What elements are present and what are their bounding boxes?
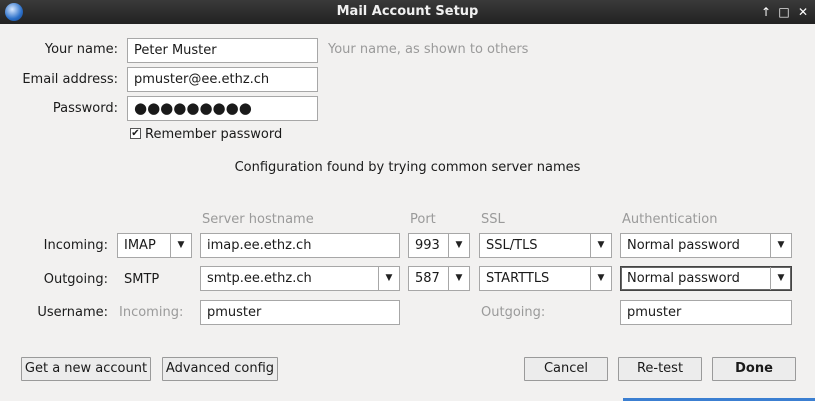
incoming-port-value: 993 [415,238,440,253]
chevron-down-icon: ▼ [770,234,791,257]
remember-label[interactable]: Remember password [145,127,282,142]
outgoing-ssl-select[interactable]: STARTTLS ▼ [479,266,612,291]
remember-checkbox[interactable]: ✔ [130,128,141,139]
outgoing-auth-value: Normal password [627,271,740,286]
name-hint: Your name, as shown to others [328,42,529,57]
outgoing-port-value: 587 [415,271,440,286]
close-icon[interactable]: ✕ [795,3,811,21]
name-field[interactable]: Peter Muster [127,38,318,63]
name-label: Your name: [44,42,118,57]
chevron-down-icon: ▼ [590,234,611,257]
incoming-auth-value: Normal password [627,238,740,253]
get-new-account-button[interactable]: Get a new account [21,357,151,381]
column-port: Port [410,212,436,227]
outgoing-port-combo[interactable]: 587 ▼ [408,266,470,291]
restore-icon[interactable]: □ [776,3,792,21]
incoming-port-combo[interactable]: 993 ▼ [408,233,470,258]
outgoing-auth-select[interactable]: Normal password ▼ [620,266,792,291]
incoming-ssl-select[interactable]: SSL/TLS ▼ [479,233,612,258]
chevron-down-icon: ▼ [448,267,469,290]
chevron-down-icon: ▼ [770,267,791,290]
incoming-hostname-field[interactable]: imap.ee.ethz.ch [200,233,400,258]
username-label: Username: [37,305,108,320]
status-message: Configuration found by trying common ser… [234,160,581,175]
outgoing-hostname-value: smtp.ee.ethz.ch [207,271,312,286]
username-outgoing-label: Outgoing: [481,305,546,320]
outgoing-protocol: SMTP [124,272,160,287]
email-field[interactable]: pmuster@ee.ethz.ch [127,67,318,92]
chevron-down-icon: ▼ [448,234,469,257]
maximize-up-icon[interactable]: ↑ [758,3,774,21]
incoming-protocol-value: IMAP [124,238,156,253]
outgoing-label: Outgoing: [43,272,108,287]
column-server-hostname: Server hostname [202,212,314,227]
column-ssl: SSL [481,212,505,227]
incoming-username-field[interactable]: pmuster [200,300,400,325]
window-title: Mail Account Setup [336,4,479,19]
cancel-button[interactable]: Cancel [524,357,608,381]
chevron-down-icon: ▼ [590,267,611,290]
email-label: Email address: [22,72,118,87]
chevron-down-icon: ▼ [378,267,399,290]
username-incoming-label: Incoming: [119,305,184,320]
incoming-label: Incoming: [43,238,108,253]
outgoing-username-field[interactable]: pmuster [620,300,792,325]
password-field[interactable]: ●●●●●●●●● [127,96,318,121]
password-label: Password: [52,101,118,116]
done-button[interactable]: Done [712,357,796,381]
incoming-protocol-select[interactable]: IMAP ▼ [117,233,192,258]
outgoing-ssl-value: STARTTLS [486,271,550,286]
column-authentication: Authentication [622,212,718,227]
incoming-auth-select[interactable]: Normal password ▼ [620,233,792,258]
incoming-ssl-value: SSL/TLS [486,238,538,253]
advanced-config-button[interactable]: Advanced config [162,357,278,381]
chevron-down-icon: ▼ [170,234,191,257]
outgoing-hostname-combo[interactable]: smtp.ee.ethz.ch ▼ [200,266,400,291]
retest-button[interactable]: Re-test [618,357,702,381]
